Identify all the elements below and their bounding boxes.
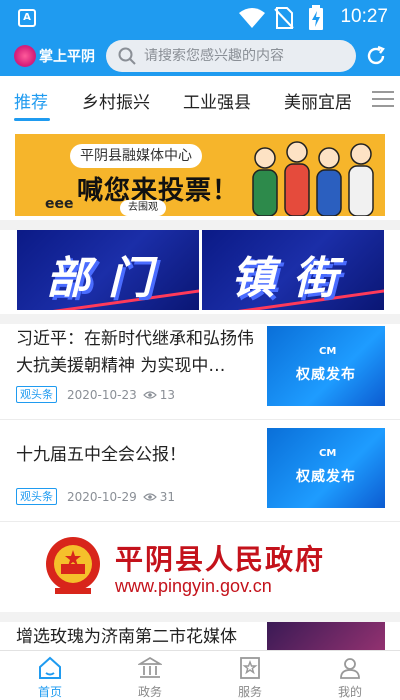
nav-home-label: 首页	[37, 685, 62, 699]
nav-service-label: 服务	[237, 685, 262, 699]
government-url: www.pingyin.gov.cn	[115, 576, 272, 596]
category-tabs: 推荐 乡村振兴 工业强县 美丽宜居	[0, 76, 400, 122]
nav-profile-label: 我的	[337, 685, 362, 699]
tab-rural-revitalization[interactable]: 乡村振兴	[82, 88, 150, 113]
vote-banner[interactable]: 平阴县融媒体中心 喊您来投票！ eee 去围观	[15, 134, 385, 216]
crowd-illustration	[252, 141, 374, 216]
article-title: 习近平：在新时代继承和弘扬伟大抗美援朝精神 为实现中…	[16, 329, 254, 376]
article-date: 2020-10-29	[67, 489, 137, 504]
banner-org-label: 平阴县融媒体中心	[70, 144, 202, 168]
list-item[interactable]: 习近平：在新时代继承和弘扬伟大抗美援朝精神 为实现中… 观头条 2020-10-…	[0, 318, 400, 420]
feed-divider	[0, 220, 400, 230]
bottom-navigation: 首页 政务 服务 我的	[0, 650, 400, 700]
national-emblem-icon	[46, 537, 100, 594]
app-logo: 掌上平阴	[14, 42, 95, 70]
department-banner-text: 部门	[46, 253, 170, 304]
article-meta: 观头条 2020-10-29 31	[16, 488, 175, 505]
tab-recommend[interactable]: 推荐	[14, 88, 48, 113]
menu-icon[interactable]	[372, 90, 396, 108]
list-item[interactable]: 十九届五中全会公报！ 观头条 2020-10-29 31 CM 权威发布	[0, 420, 400, 522]
article-views: 31	[142, 489, 176, 504]
township-banner[interactable]: 镇街	[202, 230, 384, 310]
clock: 10:27	[340, 6, 388, 27]
refresh-icon[interactable]	[364, 44, 388, 68]
news-feed[interactable]: 平阴县融媒体中心 喊您来投票！ eee 去围观 部门 镇街 习近平：在新时代继承…	[0, 122, 400, 650]
article-thumbnail: CM 权威发布	[267, 428, 385, 508]
thumbnail-logo: CM	[319, 448, 337, 459]
active-tab-indicator	[14, 118, 50, 121]
wifi-icon	[239, 8, 265, 28]
list-item[interactable]: 增选玫瑰为济南第二市花媒体	[0, 616, 400, 650]
article-title: 十九届五中全会公报！	[16, 445, 186, 465]
eye-icon	[142, 492, 157, 501]
article-thumbnail	[267, 622, 385, 650]
article-meta: 观头条 2020-10-23 13	[16, 386, 175, 403]
thumbnail-text: 权威发布	[296, 469, 356, 485]
thumbnail-text: 权威发布	[296, 367, 356, 383]
app-header: 掌上平阴	[0, 36, 400, 76]
eye-icon	[142, 390, 157, 399]
battery-charging-icon	[309, 5, 323, 30]
app-name: 掌上平阴	[39, 49, 95, 65]
service-icon	[240, 657, 260, 679]
article-tag: 观头条	[16, 386, 57, 403]
search-input[interactable]	[144, 48, 344, 64]
profile-icon	[340, 658, 360, 679]
government-icon	[138, 656, 162, 678]
article-view-count: 31	[159, 489, 176, 504]
logo-icon	[14, 45, 36, 67]
search-icon	[118, 47, 136, 65]
nav-government[interactable]: 政务	[100, 651, 200, 700]
government-banner[interactable]: 平阴县人民政府 www.pingyin.gov.cn	[15, 526, 385, 608]
department-banner[interactable]: 部门	[17, 230, 199, 310]
tab-industry[interactable]: 工业强县	[183, 88, 251, 113]
home-icon	[39, 656, 61, 679]
banner-go-button[interactable]: 去围观	[120, 200, 166, 216]
article-view-count: 13	[159, 387, 176, 402]
article-date: 2020-10-23	[67, 387, 137, 402]
township-banner-text: 镇街	[231, 253, 355, 304]
nav-government-label: 政务	[137, 685, 162, 699]
tab-livable[interactable]: 美丽宜居	[284, 88, 352, 113]
no-sim-icon	[274, 7, 294, 29]
article-title: 增选玫瑰为济南第二市花媒体	[16, 627, 237, 647]
government-name: 平阴县人民政府	[115, 543, 326, 576]
search-bar[interactable]	[106, 40, 356, 72]
nav-profile[interactable]: 我的	[300, 651, 400, 700]
article-tag: 观头条	[16, 488, 57, 505]
status-bar: A 10:27	[0, 0, 400, 36]
nav-home[interactable]: 首页	[0, 651, 100, 700]
banner-deco-text: eee	[45, 196, 74, 212]
article-views: 13	[142, 387, 176, 402]
thumbnail-logo: CM	[319, 346, 337, 357]
article-thumbnail: CM 权威发布	[267, 326, 385, 406]
nav-service[interactable]: 服务	[200, 651, 300, 700]
app-notification-icon: A	[18, 9, 36, 27]
